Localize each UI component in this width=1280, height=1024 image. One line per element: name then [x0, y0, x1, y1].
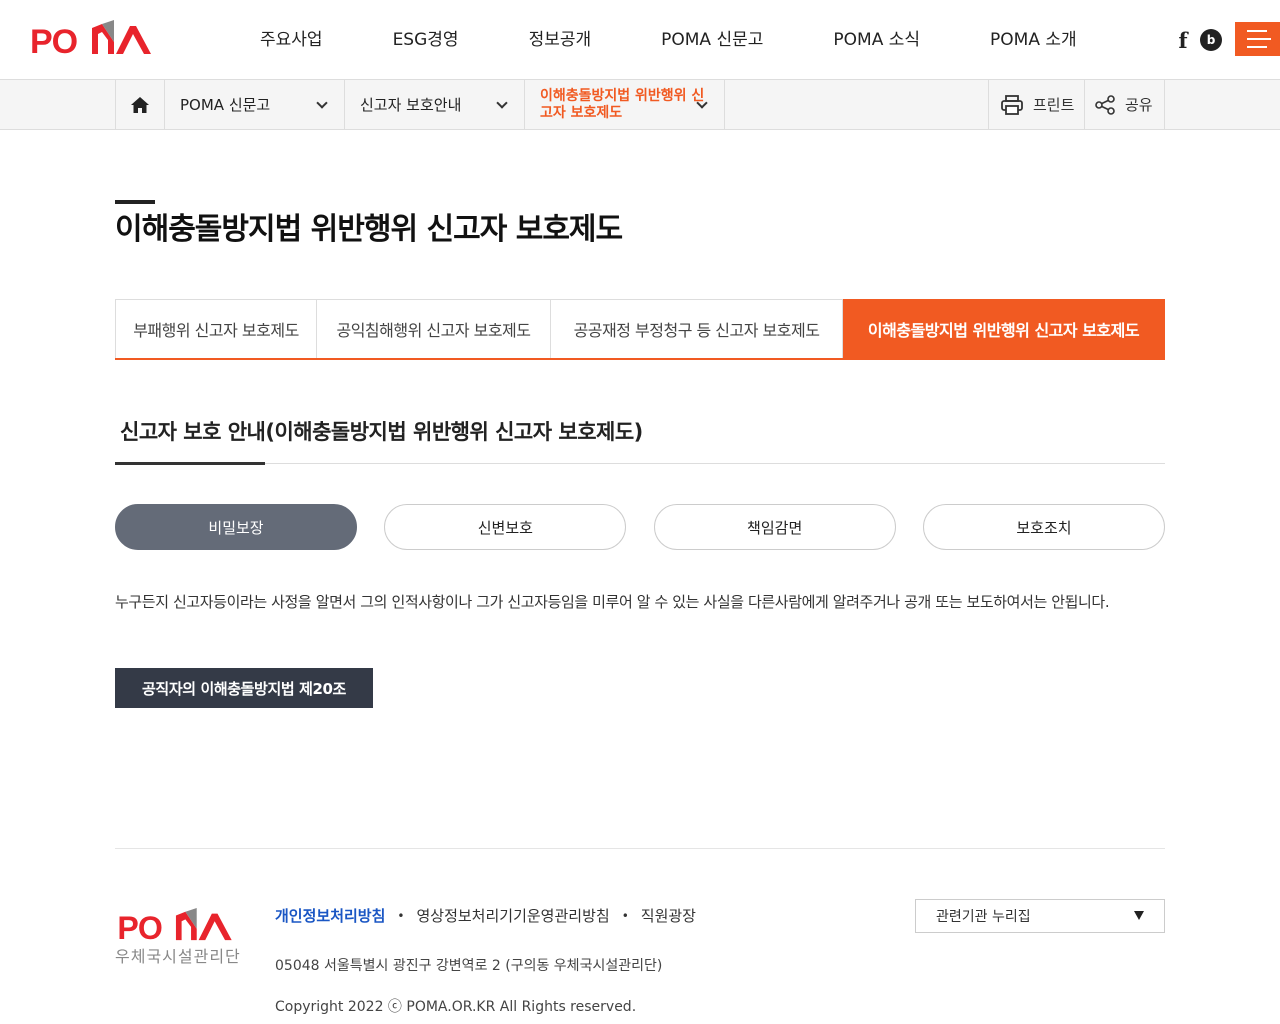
related-sites-select[interactable]: 관련기관 누리집 [915, 899, 1165, 933]
print-label: 프린트 [1033, 96, 1075, 114]
depth1-dropdown[interactable]: POMA 신문고 [165, 80, 345, 129]
menu-line-icon [1247, 46, 1267, 48]
share-label: 공유 [1125, 96, 1153, 114]
share-icon [1095, 94, 1115, 115]
svg-text:PO: PO [117, 910, 162, 942]
depth2-dropdown[interactable]: 신고자 보호안내 [345, 80, 525, 129]
poma-logo[interactable]: PO [30, 20, 152, 56]
related-sites-label: 관련기관 누리집 [936, 909, 1031, 925]
section-divider-accent [115, 462, 265, 465]
description-text: 누구든지 신고자등이라는 사정을 알면서 그의 인적사항이나 그가 신고자등임을… [115, 593, 1110, 611]
section-title: 신고자 보호 안내(이해충돌방지법 위반행위 신고자 보호제도) [120, 420, 643, 444]
facebook-icon[interactable]: f [1173, 28, 1193, 53]
blog-icon[interactable]: b [1200, 29, 1222, 51]
footer-divider [115, 848, 1165, 849]
menu-line-icon [1247, 38, 1271, 40]
footer-address: 05048 서울특별시 광진구 강변역로 2 (구의동 우체국시설관리단) [275, 958, 663, 974]
sub-tab-liability-reduction[interactable]: 책임감면 [653, 504, 896, 550]
sub-tabs: 비밀보장 신변보호 책임감면 보호조치 [115, 504, 1165, 550]
section-divider [115, 463, 1165, 464]
protection-tabs: 부패행위 신고자 보호제도 공익침해행위 신고자 보호제도 공공재정 부정청구 … [115, 299, 1165, 360]
staff-square-link[interactable]: 직원광장 [641, 905, 696, 926]
footer-links: 개인정보처리방침 • 영상정보처리기기운영관리방침 • 직원광장 [275, 905, 696, 926]
chevron-down-icon [496, 97, 508, 109]
footer-org-name: 우체국시설관리단 [115, 947, 241, 966]
nav-item-disclosure[interactable]: 정보공개 [494, 0, 627, 80]
separator-dot: • [621, 908, 629, 923]
main-nav: 주요사업 ESG경영 정보공개 POMA 신문고 POMA 소식 POMA 소개 [225, 0, 1112, 80]
site-header: PO 주요사업 ESG경영 정보공개 POMA 신문고 POMA 소식 POMA… [0, 0, 1280, 80]
sub-tab-confidentiality[interactable]: 비밀보장 [115, 504, 357, 550]
nav-item-about[interactable]: POMA 소개 [955, 0, 1112, 80]
depth2-label: 신고자 보호안내 [360, 96, 462, 114]
footer-copyright: Copyright 2022 ⓒ POMA.OR.KR All Rights r… [275, 999, 637, 1015]
menu-line-icon [1247, 30, 1267, 32]
sub-tab-personal-protection[interactable]: 신변보호 [384, 504, 627, 550]
depth3-label: 이해충돌방지법 위반행위 신고자 보호제도 [540, 87, 705, 121]
triangle-down-icon [1134, 911, 1144, 920]
share-button[interactable]: 공유 [1084, 80, 1165, 129]
nav-item-sinmungo[interactable]: POMA 신문고 [626, 0, 798, 80]
svg-text:PO: PO [30, 23, 78, 56]
nav-item-esg[interactable]: ESG경영 [358, 0, 494, 80]
cctv-policy-link[interactable]: 영상정보처리기기운영관리방침 [416, 905, 609, 926]
footer-poma-logo: PO [117, 908, 232, 942]
tab-corruption[interactable]: 부패행위 신고자 보호제도 [115, 299, 317, 358]
home-icon [131, 96, 149, 113]
printer-icon [1001, 94, 1023, 115]
print-button[interactable]: 프린트 [988, 80, 1084, 129]
nav-item-news[interactable]: POMA 소식 [798, 0, 955, 80]
privacy-policy-link[interactable]: 개인정보처리방침 [275, 905, 385, 926]
page-title: 이해충돌방지법 위반행위 신고자 보호제도 [115, 212, 623, 247]
separator-dot: • [397, 908, 405, 923]
depth3-dropdown[interactable]: 이해충돌방지법 위반행위 신고자 보호제도 [525, 80, 725, 129]
depth1-label: POMA 신문고 [180, 96, 271, 114]
sub-tab-protection-measures[interactable]: 보호조치 [922, 504, 1165, 550]
tab-conflict-of-interest[interactable]: 이해충돌방지법 위반행위 신고자 보호제도 [843, 299, 1165, 358]
all-menu-button[interactable] [1235, 22, 1280, 56]
tab-public-finance[interactable]: 공공재정 부정청구 등 신고자 보호제도 [551, 299, 843, 358]
chevron-down-icon [316, 97, 328, 109]
nav-item-business[interactable]: 주요사업 [225, 0, 358, 80]
law-article-button[interactable]: 공직자의 이해충돌방지법 제20조 [115, 668, 373, 708]
home-button[interactable] [115, 80, 165, 129]
location-bar: POMA 신문고 신고자 보호안내 이해충돌방지법 위반행위 신고자 보호제도 … [0, 80, 1280, 130]
tab-public-interest[interactable]: 공익침해행위 신고자 보호제도 [317, 299, 551, 358]
